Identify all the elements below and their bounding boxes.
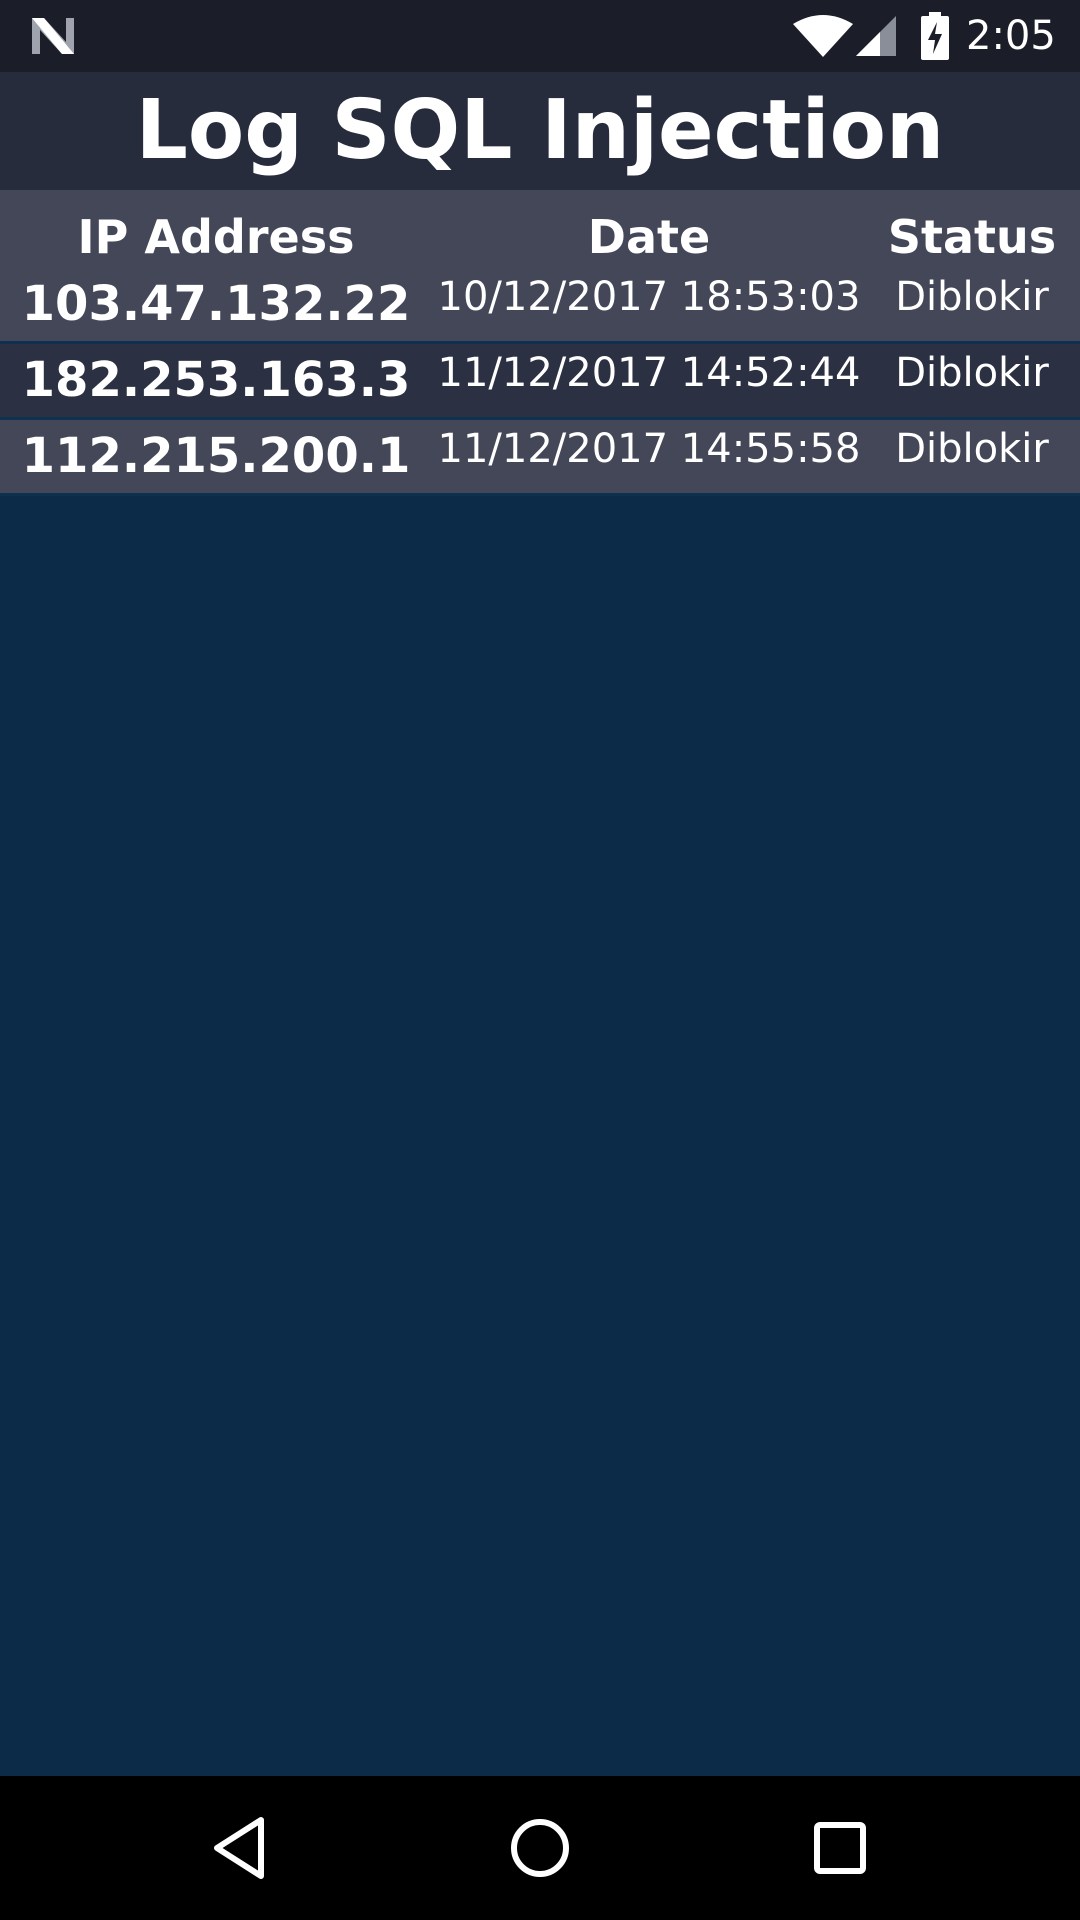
status-bar: 2:05 xyxy=(0,0,1080,72)
table-row[interactable]: 103.47.132.22 10/12/2017 18:53:03 Diblok… xyxy=(0,268,1080,344)
battery-charging-icon xyxy=(921,12,949,60)
header-ip-address: IP Address xyxy=(77,210,355,264)
table-row[interactable]: 112.215.200.1 11/12/2017 14:55:58 Diblok… xyxy=(0,420,1080,496)
row-ip-address: 112.215.200.1 xyxy=(21,428,411,484)
cell-signal-icon xyxy=(856,16,896,56)
table-row[interactable]: 182.253.163.3 11/12/2017 14:52:44 Diblok… xyxy=(0,344,1080,420)
wifi-icon xyxy=(793,15,853,57)
row-status: Diblokir xyxy=(895,426,1049,472)
recents-icon[interactable] xyxy=(804,1812,876,1884)
status-clock: 2:05 xyxy=(966,13,1056,59)
screen: 2:05 Log SQL Injection IP Address Date S… xyxy=(0,0,1080,1920)
header-status: Status xyxy=(887,210,1057,264)
navigation-bar xyxy=(0,1776,1080,1920)
row-status: Diblokir xyxy=(895,274,1049,320)
row-ip-address: 182.253.163.3 xyxy=(21,352,411,408)
row-date: 10/12/2017 18:53:03 xyxy=(437,274,861,320)
n-logo-icon xyxy=(32,18,74,54)
home-icon[interactable] xyxy=(504,1812,576,1884)
log-table: IP Address Date Status 103.47.132.22 10/… xyxy=(0,190,1080,496)
row-status: Diblokir xyxy=(895,350,1049,396)
title-bar: Log SQL Injection xyxy=(0,72,1080,190)
table-header-row: IP Address Date Status xyxy=(0,190,1080,268)
back-icon[interactable] xyxy=(205,1812,277,1884)
row-ip-address: 103.47.132.22 xyxy=(21,276,411,332)
header-date: Date xyxy=(587,210,711,264)
page-title: Log SQL Injection xyxy=(135,83,945,178)
row-date: 11/12/2017 14:52:44 xyxy=(437,350,861,396)
row-date: 11/12/2017 14:55:58 xyxy=(437,426,861,472)
